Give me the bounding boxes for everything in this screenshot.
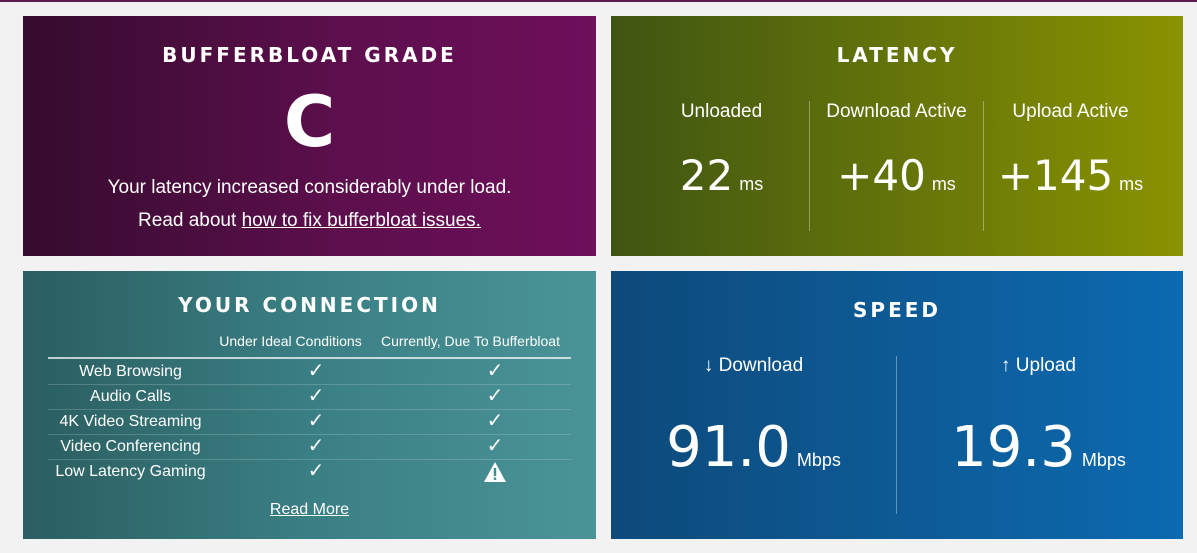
grade-letter: C	[283, 81, 336, 163]
latency-download-value-row: +40 ms	[809, 151, 984, 200]
row-label: 4K Video Streaming	[59, 413, 202, 430]
top-accent-line	[0, 0, 1197, 2]
col-head-current: Currently, Due To Bufferbloat	[381, 333, 560, 349]
latency-unloaded-label: Unloaded	[680, 101, 763, 122]
bufferbloat-grade-card: BUFFERBLOAT GRADE C Your latency increas…	[23, 16, 596, 256]
speed-card: SPEED ↓ Download 91.0 Mbps ↑ Upload 19.3 M…	[611, 271, 1183, 539]
speed-unit: Mbps	[796, 450, 841, 470]
latency-unit: ms	[1119, 174, 1144, 194]
table-row: 4K Video Streaming ✓ ✓	[48, 409, 571, 435]
latency-download-label: Download Active	[826, 101, 967, 122]
download-value-row: 91.0 Mbps	[611, 415, 896, 480]
latency-unit: ms	[739, 174, 764, 194]
latency-card: LATENCY Unloaded 22 ms Download Active +4…	[611, 16, 1183, 256]
check-icon: ✓	[307, 410, 325, 432]
speed-unit: Mbps	[1081, 450, 1126, 470]
your-connection-card: YOUR CONNECTION Under Ideal Conditions C…	[23, 271, 596, 539]
latency-unloaded: Unloaded 22 ms	[634, 101, 809, 200]
table-row: Web Browsing ✓ ✓	[48, 359, 571, 385]
row-label: Audio Calls	[90, 388, 171, 405]
download-value: 91.0	[666, 415, 791, 480]
grade-title: BUFFERBLOAT GRADE	[162, 43, 457, 67]
latency-unloaded-value-row: 22 ms	[634, 151, 809, 200]
check-icon: ✓	[307, 385, 325, 407]
latency-unloaded-value: 22	[679, 151, 734, 200]
table-row: Video Conferencing ✓ ✓	[48, 434, 571, 460]
latency-upload-label: Upload Active	[1012, 101, 1129, 122]
read-about-text: Read about	[138, 210, 242, 231]
table-row: Audio Calls ✓ ✓	[48, 384, 571, 410]
check-icon: ✓	[486, 360, 504, 382]
row-label: Web Browsing	[79, 363, 182, 380]
check-icon: ✓	[486, 385, 504, 407]
latency-title: LATENCY	[836, 43, 958, 67]
upload-label: ↑ Upload	[1001, 355, 1076, 376]
read-more-line: Read More	[23, 501, 596, 519]
grade-message: Your latency increased considerably unde…	[107, 177, 512, 198]
latency-download-value: +40	[837, 151, 926, 200]
latency-upload-value-row: +145 ms	[983, 151, 1158, 200]
upload-value: 19.3	[951, 415, 1076, 480]
check-icon: ✓	[307, 460, 325, 482]
check-icon: ✓	[307, 435, 325, 457]
connection-title: YOUR CONNECTION	[178, 293, 441, 317]
latency-download-active: Download Active +40 ms	[809, 101, 984, 200]
check-icon: ✓	[307, 360, 325, 382]
check-icon: ✓	[486, 410, 504, 432]
col-head-ideal: Under Ideal Conditions	[219, 333, 362, 349]
fix-bufferbloat-link[interactable]: how to fix bufferbloat issues.	[242, 210, 481, 231]
latency-unit: ms	[931, 174, 956, 194]
upload-value-row: 19.3 Mbps	[896, 415, 1181, 480]
download-speed: ↓ Download 91.0 Mbps	[611, 355, 896, 480]
warning-icon	[475, 459, 515, 490]
grade-read-line: Read about how to fix bufferbloat issues…	[23, 210, 596, 232]
upload-speed: ↑ Upload 19.3 Mbps	[896, 355, 1181, 480]
row-label: Low Latency Gaming	[55, 463, 206, 480]
check-icon: ✓	[486, 435, 504, 457]
speed-title: SPEED	[853, 298, 941, 322]
row-label: Video Conferencing	[60, 438, 201, 455]
table-row: Low Latency Gaming ✓	[48, 459, 571, 484]
download-label: ↓ Download	[703, 355, 804, 376]
read-more-link[interactable]: Read More	[270, 501, 349, 518]
latency-upload-value: +145	[997, 151, 1114, 200]
latency-upload-active: Upload Active +145 ms	[983, 101, 1158, 200]
